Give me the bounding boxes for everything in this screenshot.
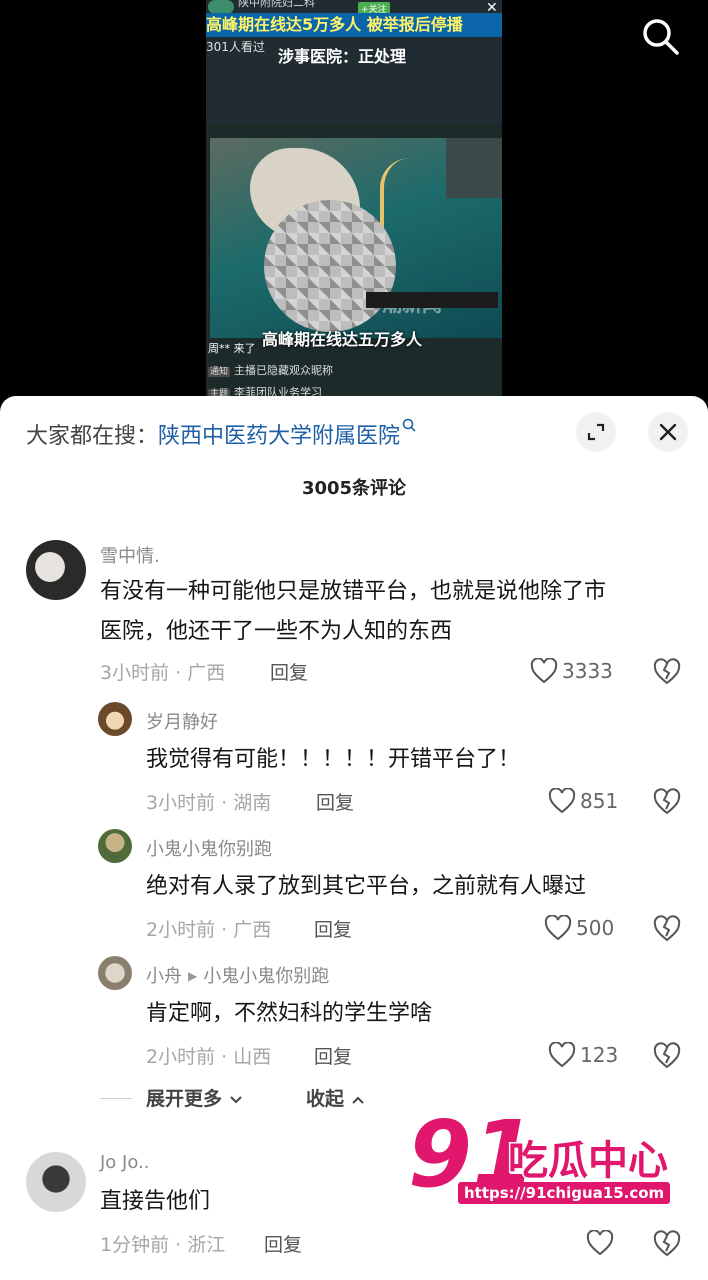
reply-meta: 3小时前 · 湖南 (146, 792, 272, 814)
comment-author[interactable]: 雪中情. (100, 542, 160, 568)
heart-icon (544, 915, 572, 941)
collapse-label: 收起 (306, 1088, 345, 1110)
expand-more-label: 展开更多 (146, 1088, 223, 1110)
close-icon (659, 423, 677, 441)
broken-heart-icon[interactable] (652, 1228, 682, 1258)
video-frame[interactable]: 陕中附院妇二科 +关注 ✕ 高峰期在线达5万多人 被举报后停播 301人看过 涉… (206, 0, 502, 410)
like-button[interactable]: 500 (544, 913, 614, 943)
watermark-url: https://91chigua15.com (458, 1182, 671, 1204)
video-notice: 通知 主播已隐藏观众昵称 (208, 362, 333, 378)
like-count: 123 (580, 1043, 619, 1067)
reply-button[interactable]: 回复 (264, 1230, 302, 1257)
video-player[interactable]: 陕中附院妇二科 +关注 ✕ 高峰期在线达5万多人 被举报后停播 301人看过 涉… (0, 0, 708, 420)
like-button[interactable]: 851 (548, 786, 618, 816)
hot-search-link[interactable]: 陕西中医药大学附属医院 (158, 424, 400, 449)
reply-author[interactable]: 小舟 ▶ 小鬼小鬼你别跑 (146, 962, 329, 988)
reply-meta: 2小时前 · 山西 (146, 1046, 272, 1068)
search-button[interactable] (638, 14, 684, 60)
like-button[interactable] (586, 1228, 614, 1258)
reply-author[interactable]: 小鬼小鬼你别跑 (146, 835, 272, 861)
like-button[interactable]: 3333 (530, 656, 613, 686)
hospital-logo (208, 0, 234, 14)
reply-button[interactable]: 回复 (270, 658, 308, 685)
reply-button[interactable]: 回复 (314, 915, 352, 942)
expand-icon (587, 423, 605, 441)
heart-icon (548, 788, 576, 814)
collapse-button[interactable]: 收起 (306, 1084, 365, 1111)
reply-text: 我觉得有可能！！！！！开错平台了！ (146, 747, 521, 772)
hot-search-bar[interactable]: 大家都在搜：陕西中医药大学附属医院 (26, 418, 416, 450)
video-viewers: 301人看过 (206, 40, 265, 54)
avatar[interactable] (26, 1152, 86, 1212)
chevron-down-icon (229, 1096, 242, 1104)
video-account-name: 陕中附院妇二科 (238, 0, 315, 9)
notice-tag: 通知 (208, 367, 231, 377)
avatar[interactable] (26, 540, 86, 600)
hot-search-prefix: 大家都在搜： (26, 424, 159, 449)
comment-sheet: 大家都在搜：陕西中医药大学附属医院 3005条评论 雪中情. 有没有一种可能他只… (0, 396, 708, 1280)
close-button[interactable] (648, 412, 688, 452)
avatar[interactable] (98, 956, 132, 990)
video-headline: 高峰期在线达5万多人 被举报后停播 (206, 13, 502, 37)
avatar[interactable] (98, 829, 132, 863)
comment-text-line-1: 有没有一种可能他只是放错平台，也就是说他除了市 (100, 579, 607, 604)
expand-button[interactable] (576, 412, 616, 452)
video-header-panel: 陕中附院妇二科 +关注 ✕ 高峰期在线达5万多人 被举报后停播 301人看过 涉… (206, 0, 502, 124)
comment-meta: 3小时前 · 广西 (100, 662, 226, 684)
comment-count: 3005条评论 (301, 478, 407, 499)
reply-to-name[interactable]: 小鬼小鬼你别跑 (203, 966, 329, 987)
expand-more-button[interactable]: 展开更多 (146, 1084, 243, 1111)
comment-author[interactable]: Jo Jo.. (100, 1152, 150, 1173)
video-sub-strip (366, 292, 498, 308)
reply-button[interactable]: 回复 (316, 788, 354, 815)
comment-text: 直接告他们 (100, 1189, 211, 1214)
reply-text: 肯定啊，不然妇科的学生学啥 (146, 1001, 433, 1026)
broken-heart-icon[interactable] (652, 913, 682, 943)
broken-heart-icon[interactable] (652, 656, 682, 686)
like-count: 851 (580, 789, 619, 813)
like-count: 3333 (562, 659, 613, 683)
video-caption: 高峰期在线达五万多人 (262, 330, 423, 349)
reply-author[interactable]: 岁月静好 (146, 708, 218, 734)
chevron-up-icon (351, 1096, 364, 1104)
video-scene: 潮新闻 (210, 138, 502, 338)
reply-button[interactable]: 回复 (314, 1042, 352, 1069)
comment-text-line-2: 医院，他还干了一些不为人知的东西 (100, 619, 453, 644)
search-icon (402, 418, 416, 432)
broken-heart-icon[interactable] (652, 1040, 682, 1070)
svg-text:吃瓜中心: 吃瓜中心 (508, 1138, 668, 1184)
reply-meta: 2小时前 · 广西 (146, 919, 272, 941)
search-icon (643, 19, 679, 55)
heart-icon (548, 1042, 576, 1068)
reply-author-name[interactable]: 小舟 (146, 966, 182, 987)
doctor-inset (446, 138, 502, 198)
avatar[interactable] (98, 702, 132, 736)
comment-meta: 1分钟前 · 浙江 (100, 1234, 226, 1256)
video-user-join: 周** 来了 (208, 342, 256, 355)
broken-heart-icon[interactable] (652, 786, 682, 816)
notice-text: 主播已隐藏观众昵称 (234, 364, 334, 377)
heart-icon (586, 1230, 614, 1256)
video-hospital-status: 涉事医院：正处理 (278, 47, 407, 66)
like-button[interactable]: 123 (548, 1040, 618, 1070)
mosaic-blur (264, 200, 396, 332)
like-count: 500 (576, 916, 615, 940)
reply-text: 绝对有人录了放到其它平台，之前就有人曝过 (146, 874, 587, 899)
heart-icon (530, 658, 558, 684)
divider (100, 1098, 132, 1099)
reply-arrow-icon: ▶ (188, 969, 198, 983)
